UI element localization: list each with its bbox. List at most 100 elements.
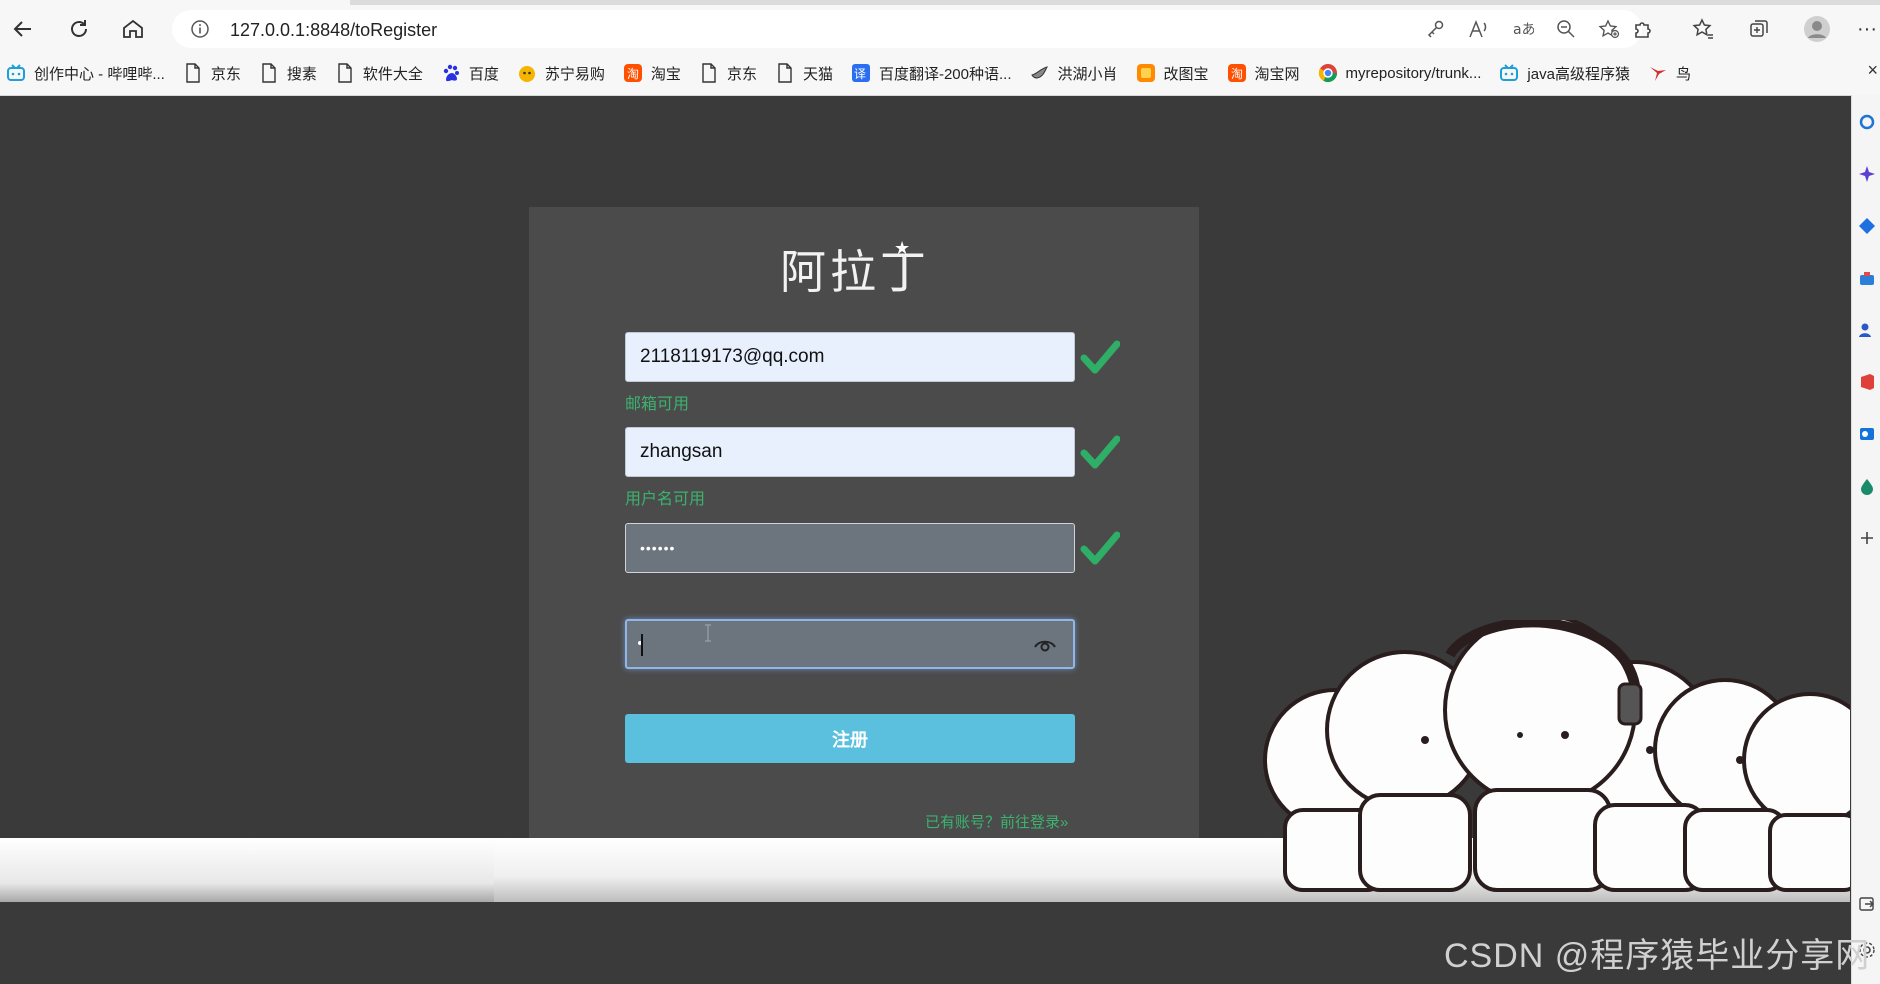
more-dots-icon: ···: [1857, 17, 1877, 40]
page-icon: [259, 63, 279, 83]
url-text[interactable]: 127.0.0.1:8848/toRegister: [230, 20, 437, 41]
reload-button[interactable]: [64, 14, 94, 44]
swallow-icon: [1648, 63, 1668, 83]
ibeam-cursor-icon: [705, 624, 711, 642]
bookmark-label: 淘宝: [650, 65, 681, 83]
taobao-icon: 淘: [1227, 63, 1247, 83]
bookmark-label: 天猫: [802, 65, 833, 83]
bookmark-label: 洪湖小肖: [1057, 65, 1118, 83]
gaitubao-icon: [1136, 63, 1156, 83]
site-info-icon[interactable]: [190, 19, 210, 39]
tab-strip: [350, 0, 1880, 5]
copilot-sparkle-icon[interactable]: [1858, 165, 1876, 183]
text-caret: [641, 634, 643, 656]
tools-briefcase-icon[interactable]: [1858, 269, 1876, 287]
email-field[interactable]: 2118119173@qq.com: [625, 332, 1075, 382]
office-icon[interactable]: [1858, 373, 1876, 391]
bookmark-label: 苏宁易购: [544, 65, 605, 83]
bookmarks-close-icon[interactable]: ×: [1867, 60, 1878, 81]
show-password-eye-icon[interactable]: [1032, 634, 1058, 656]
bookmark-item[interactable]: 鸟: [1648, 63, 1691, 84]
bookmark-item[interactable]: 译百度翻译-200种语...: [851, 63, 1012, 84]
bookmark-label: 京东: [726, 65, 757, 83]
password-field[interactable]: ••••••: [625, 523, 1075, 573]
favorites-button[interactable]: [1688, 14, 1718, 44]
bookmark-item[interactable]: 淘淘宝: [623, 63, 681, 84]
taobao-icon: 淘: [623, 63, 643, 83]
baidu-paw-icon: [441, 63, 461, 83]
add-sidebar-icon[interactable]: [1858, 529, 1876, 547]
search-sidebar-icon[interactable]: [1858, 113, 1876, 131]
username-field[interactable]: zhangsan: [625, 427, 1075, 477]
bookmark-label: 创作中心 - 哔哩哔...: [34, 65, 165, 83]
reload-icon: [71, 20, 87, 37]
collections-button[interactable]: [1744, 14, 1774, 44]
bookmark-item[interactable]: myrepository/trunk...: [1318, 63, 1482, 83]
collections-icon: [1750, 20, 1768, 37]
home-button[interactable]: [118, 14, 148, 44]
bookmark-label: 京东: [210, 65, 241, 83]
logo-star-icon: ★: [894, 238, 911, 258]
bookmark-item[interactable]: 苏宁易购: [517, 63, 605, 84]
email-hint: 邮箱可用: [625, 396, 690, 413]
favorites-star-icon: [1692, 18, 1713, 39]
profile-button[interactable]: [1802, 14, 1832, 44]
read-aloud-icon[interactable]: [1468, 19, 1490, 39]
bookmark-label: 百度: [468, 65, 499, 83]
register-button[interactable]: 注册: [625, 714, 1075, 763]
password-valid-check-icon: [1080, 531, 1120, 565]
bookmark-item[interactable]: java高级程序猿: [1499, 63, 1630, 84]
puzzle-icon: [1635, 22, 1651, 38]
bookmark-label: 鸟: [1675, 65, 1691, 83]
sidebar-exit-icon[interactable]: [1858, 895, 1876, 913]
add-favorite-icon[interactable]: [1598, 19, 1620, 39]
svg-text:译: 译: [854, 67, 866, 81]
avatar-icon: [1804, 16, 1830, 42]
page-icon: [335, 63, 355, 83]
chrome-icon: [1318, 63, 1338, 83]
shopping-tag-icon[interactable]: [1858, 217, 1876, 235]
csdn-watermark: CSDN @程序猿毕业分享网: [1444, 937, 1871, 975]
back-button[interactable]: [8, 14, 38, 44]
bookmark-label: java高级程序猿: [1527, 65, 1630, 83]
bookmark-item[interactable]: 百度: [441, 63, 499, 84]
bookmark-item[interactable]: 搜素: [259, 63, 317, 84]
bookmark-label: 软件大全: [362, 65, 423, 83]
bookmark-label: 搜素: [286, 65, 317, 83]
bilibili-icon: [1499, 63, 1519, 83]
bookmark-item[interactable]: 改图宝: [1136, 63, 1209, 84]
password-key-icon[interactable]: [1426, 19, 1446, 39]
email-valid-check-icon: [1080, 340, 1120, 374]
bookmarks-bar: 创作中心 - 哔哩哔... 京东 搜素 软件大全 百度 苏宁易购淘淘宝 京东 天猫译百度翻译-…: [6, 60, 1709, 86]
translate-icon[interactable]: aあ: [1512, 19, 1534, 39]
svg-text:淘: 淘: [627, 67, 639, 81]
login-link[interactable]: 已有账号？前往登录»: [925, 811, 1068, 832]
extensions-button[interactable]: [1628, 14, 1658, 44]
bookmark-item[interactable]: 洪湖小肖: [1030, 63, 1118, 84]
username-valid-check-icon: [1080, 435, 1120, 469]
bookmark-label: myrepository/trunk...: [1345, 64, 1482, 82]
browser-chrome: 127.0.0.1:8848/toRegister aあ ··· 创作中心 - …: [0, 0, 1880, 96]
username-hint: 用户名可用: [625, 491, 706, 508]
bookmark-item[interactable]: 软件大全: [335, 63, 423, 84]
outlook-icon[interactable]: [1858, 425, 1876, 443]
people-icon[interactable]: [1858, 321, 1876, 339]
cartoon-crowd-illustration: [1263, 620, 1850, 892]
confirm-password-field[interactable]: [625, 619, 1075, 669]
bookmark-label: 淘宝网: [1254, 65, 1300, 83]
drop-icon[interactable]: [1858, 477, 1876, 495]
bookmark-item[interactable]: 京东: [183, 63, 241, 84]
bookmark-item[interactable]: 京东: [699, 63, 757, 84]
translate-icon: 译: [851, 63, 871, 83]
address-bar[interactable]: 127.0.0.1:8848/toRegister aあ: [172, 10, 1642, 48]
bird-icon: [1030, 63, 1050, 83]
bookmark-item[interactable]: 创作中心 - 哔哩哔...: [6, 63, 165, 84]
more-menu-button[interactable]: ···: [1852, 14, 1880, 44]
bookmark-item[interactable]: 天猫: [775, 63, 833, 84]
zoom-out-icon[interactable]: [1556, 19, 1576, 39]
back-arrow-icon: [13, 21, 31, 37]
bookmark-label: 改图宝: [1163, 65, 1209, 83]
bookmark-item[interactable]: 淘淘宝网: [1227, 63, 1300, 84]
bilibili-icon: [6, 63, 26, 83]
page-icon: [699, 63, 719, 83]
